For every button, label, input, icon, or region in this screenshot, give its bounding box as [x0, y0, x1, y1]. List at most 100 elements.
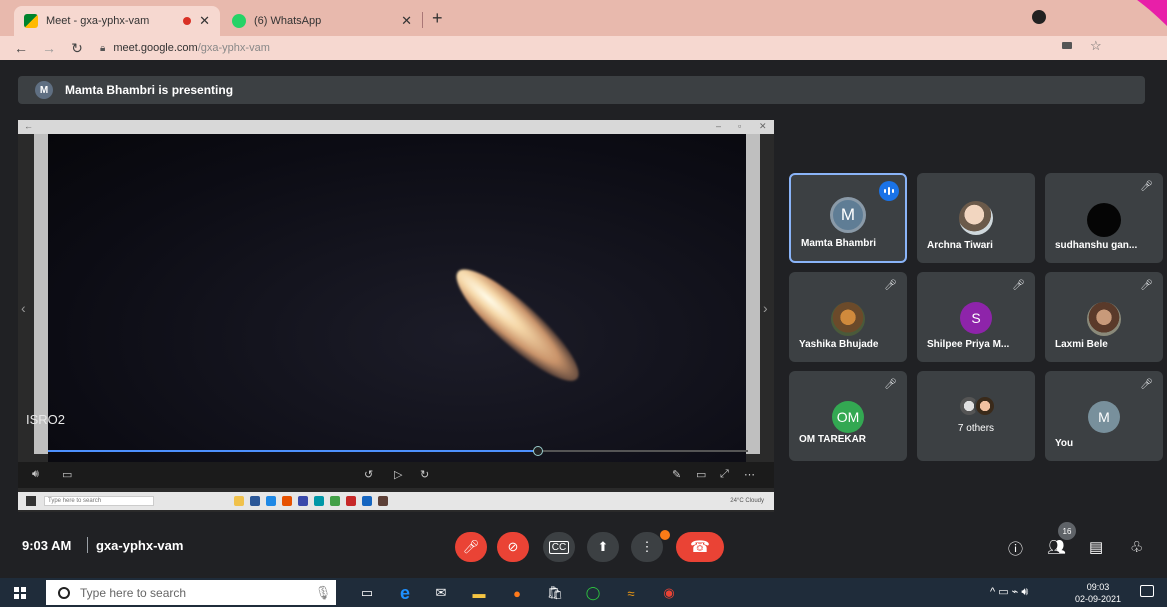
- clock-time: 09:03: [1086, 582, 1110, 592]
- back-icon[interactable]: ←: [14, 40, 28, 56]
- participant-tile-self[interactable]: 🎤︎ M You: [1045, 371, 1163, 461]
- minimize-icon: –: [716, 121, 722, 131]
- participant-photo: [831, 302, 865, 336]
- mic-toggle-button[interactable]: 🎤︎: [455, 532, 487, 562]
- edit-icon: ✎: [672, 469, 682, 481]
- mic-off-icon: 🎤︎: [1140, 181, 1153, 192]
- participant-tile[interactable]: Archna Tiwari: [917, 173, 1035, 263]
- participant-name: Laxmi Bele: [1055, 339, 1108, 350]
- captions-icon: CC: [548, 540, 570, 554]
- participant-photo: [959, 201, 993, 235]
- participant-tile[interactable]: 🎤︎ Laxmi Bele: [1045, 272, 1163, 362]
- shared-search-box: Type here to search: [44, 496, 154, 506]
- avatar: S: [960, 302, 992, 334]
- camera-in-use-icon[interactable]: [1062, 42, 1072, 49]
- url-field[interactable]: 🔒︎ meet.google.com /gxa-yphx-vam: [100, 38, 1110, 58]
- edge-icon[interactable]: e: [396, 583, 414, 603]
- participant-tile[interactable]: 🎤︎ sudhanshu gan...: [1045, 173, 1163, 263]
- mail-icon[interactable]: ✉: [432, 584, 450, 602]
- store-icon[interactable]: 🛍︎: [546, 584, 564, 602]
- camera-off-icon: ⊘: [507, 539, 519, 554]
- side-panel-left: [34, 134, 48, 454]
- progress-knob[interactable]: [533, 446, 543, 456]
- leave-call-button[interactable]: ☎︎: [676, 532, 724, 562]
- meeting-time: 9:03 AM: [22, 538, 72, 553]
- windows-start-icon: [26, 496, 36, 506]
- others-tile[interactable]: 7 others: [917, 371, 1035, 461]
- address-bar: ← → ↻ 🔒︎ meet.google.com /gxa-yphx-vam: [0, 36, 1167, 60]
- mic-off-icon: 🎤︎: [462, 539, 480, 554]
- others-avatars: [954, 395, 998, 419]
- taskbar-search-input[interactable]: Type here to search: [46, 580, 336, 605]
- participant-name: You: [1055, 438, 1074, 449]
- reload-icon[interactable]: ↻: [70, 40, 84, 57]
- chrome-icon[interactable]: ◉: [660, 584, 678, 602]
- close-icon[interactable]: ✕: [401, 13, 412, 29]
- participant-photo: [1087, 302, 1121, 336]
- app-icon[interactable]: ≈: [622, 584, 640, 602]
- search-placeholder: Type here to search: [80, 585, 187, 600]
- participant-tile[interactable]: 🎤︎ OM OM TAREKAR: [789, 371, 907, 461]
- new-tab-icon[interactable]: +: [432, 8, 443, 29]
- chat-icon[interactable]: ▤: [1089, 538, 1103, 556]
- forward-skip-icon: ↻: [420, 469, 430, 481]
- speaking-indicator-icon: [879, 181, 899, 201]
- app-ring-icon[interactable]: ◯: [584, 584, 602, 602]
- profile-icon[interactable]: [1032, 10, 1046, 24]
- task-view-icon[interactable]: ▭: [358, 584, 376, 602]
- tab-meet[interactable]: Meet - gxa-yphx-vam ✕: [14, 6, 220, 36]
- file-explorer-icon[interactable]: ▬: [470, 584, 488, 602]
- clock-date: 02-09-2021: [1074, 594, 1122, 604]
- more-vert-icon: ⋮: [640, 539, 654, 554]
- video-frame: [48, 134, 746, 474]
- lock-icon: 🔒︎: [100, 42, 106, 54]
- chevron-right-icon: ›: [763, 300, 768, 316]
- search-icon: [58, 586, 70, 599]
- activities-icon[interactable]: ♧: [1130, 538, 1143, 556]
- meeting-code: gxa-yphx-vam: [96, 538, 184, 553]
- system-tray[interactable]: ^ ▭ ⌁ 🔊︎: [990, 585, 1028, 599]
- url-host: meet.google.com: [113, 42, 198, 54]
- participant-name: OM TAREKAR: [799, 434, 867, 445]
- maximize-icon: ▫: [738, 121, 742, 131]
- mic-off-icon: 🎤︎: [884, 379, 897, 390]
- notification-center-icon[interactable]: [1140, 585, 1154, 597]
- mic-off-icon: 🎤︎: [1140, 280, 1153, 291]
- clock[interactable]: 09:03 02-09-2021: [1074, 581, 1122, 605]
- avatar: OM: [832, 401, 864, 433]
- rocket-launch-image: [444, 256, 592, 395]
- present-button[interactable]: ⬆: [587, 532, 619, 562]
- bookmark-star-icon[interactable]: ☆: [1090, 38, 1102, 54]
- video-progress-bar[interactable]: [48, 446, 748, 456]
- participant-tile[interactable]: 🎤︎ Yashika Bhujade: [789, 272, 907, 362]
- chevron-left-icon: ‹: [21, 300, 26, 316]
- window-mode-icon: ▭: [696, 469, 707, 481]
- firefox-icon[interactable]: ●: [508, 584, 526, 602]
- participant-name: Archna Tiwari: [927, 240, 993, 251]
- participant-tile[interactable]: 🎤︎ S Shilpee Priya M...: [917, 272, 1035, 362]
- participant-tile[interactable]: M Mamta Bhambri: [789, 173, 907, 263]
- more-icon: ⋯: [744, 469, 755, 481]
- shared-screen[interactable]: ← – ▫ ✕ ISRO2 ‹ › 🔊︎ ▭ ↺ ▷ ↻ ✎ ▭ ⤢ ⋯ Typ…: [18, 120, 774, 512]
- back-icon: ←: [24, 121, 33, 131]
- tab-whatsapp[interactable]: (6) WhatsApp ✕: [222, 6, 422, 36]
- microphone-icon[interactable]: 🎙︎: [314, 584, 332, 602]
- windows-taskbar: Type here to search 🎙︎ ▭ e ✉ ▬ ● 🛍︎ ◯ ≈ …: [0, 578, 1167, 607]
- captions-button[interactable]: CC: [543, 532, 575, 562]
- screen: Meet - gxa-yphx-vam ✕ (6) WhatsApp ✕ + ←…: [0, 0, 1167, 607]
- tab-title: (6) WhatsApp: [254, 15, 322, 27]
- people-icon[interactable]: 👥︎: [1047, 538, 1066, 556]
- meeting-details-icon[interactable]: ⓘ: [1008, 538, 1023, 559]
- participant-name: Yashika Bhujade: [799, 339, 879, 350]
- avatar: M: [830, 197, 866, 233]
- divider: [87, 537, 88, 553]
- forward-icon[interactable]: →: [42, 40, 56, 56]
- windows-start-icon[interactable]: [14, 587, 26, 599]
- whatsapp-favicon-icon: [232, 14, 246, 28]
- avatar: M: [1088, 401, 1120, 433]
- more-options-button[interactable]: ⋮: [631, 532, 663, 562]
- camera-toggle-button[interactable]: ⊘: [497, 532, 529, 562]
- close-icon[interactable]: ✕: [199, 13, 210, 29]
- shared-tray: 24°C Cloudy: [730, 498, 764, 504]
- recording-indicator-icon: [183, 17, 192, 25]
